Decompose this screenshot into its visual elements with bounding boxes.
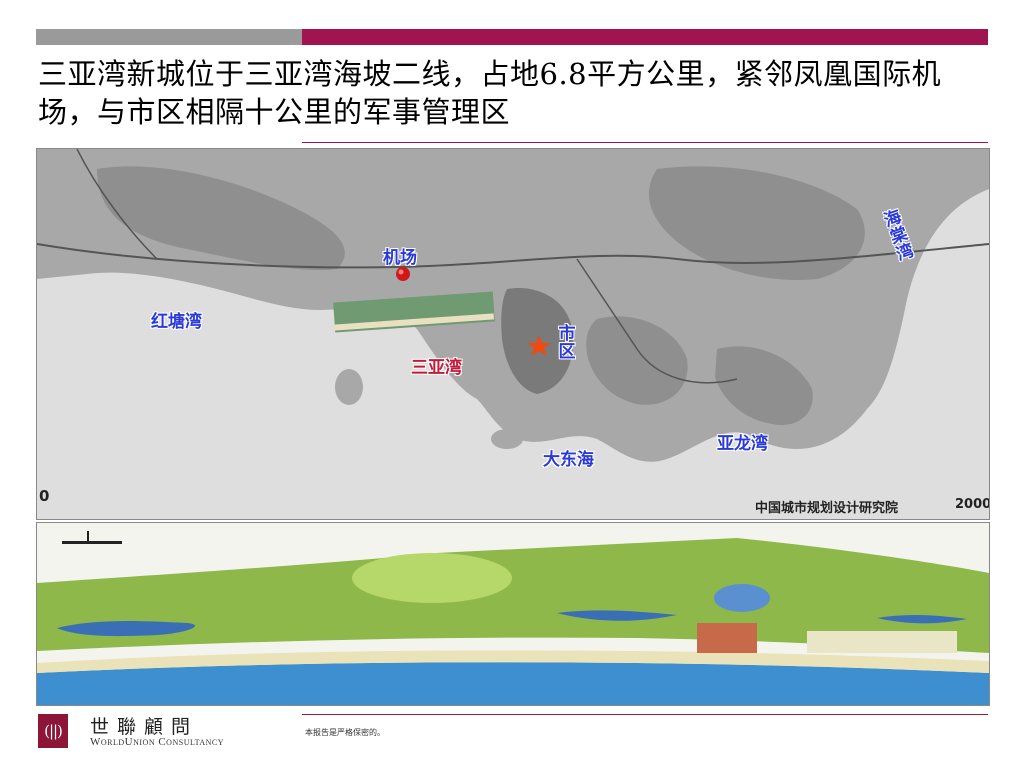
company-name-en: WorldUnion Consultancy [90,736,225,748]
footer-divider [302,714,988,715]
map-edge-digit: 0 [39,487,50,505]
header-gray-bar [36,29,302,45]
regional-map-graphic [37,149,989,519]
map-source: 中国城市规划设计研究院 [755,501,899,516]
title-divider [302,142,988,143]
confidential-note: 本报告是严格保密的。 [305,728,385,737]
regional-map: 机场 红塘湾 三亚湾 市区 大东海 亚龙湾 海棠湾 0 中国城市规划设计研究院 … [36,148,990,520]
airport-label: 机场 [383,248,417,268]
header-accent-bar [302,29,988,45]
map-year: 2000 [955,497,990,512]
master-plan-graphic [37,523,989,705]
company-logo-mark: (||) [38,714,68,748]
slide-title: 三亚湾新城位于三亚湾海坡二线，占地6.8平方公里，紧邻凤凰国际机场，与市区相隔十… [38,57,942,129]
sanya-bay-label: 三亚湾 [411,358,462,378]
yalong-bay-label: 亚龙湾 [717,434,768,454]
master-plan-image [36,522,990,706]
dadonghai-label: 大东海 [543,450,594,470]
hongtang-bay-label: 红塘湾 [151,312,202,332]
city-district-label: 市区 [558,324,576,362]
company-name-cn: 世聯顧問 [90,716,199,738]
